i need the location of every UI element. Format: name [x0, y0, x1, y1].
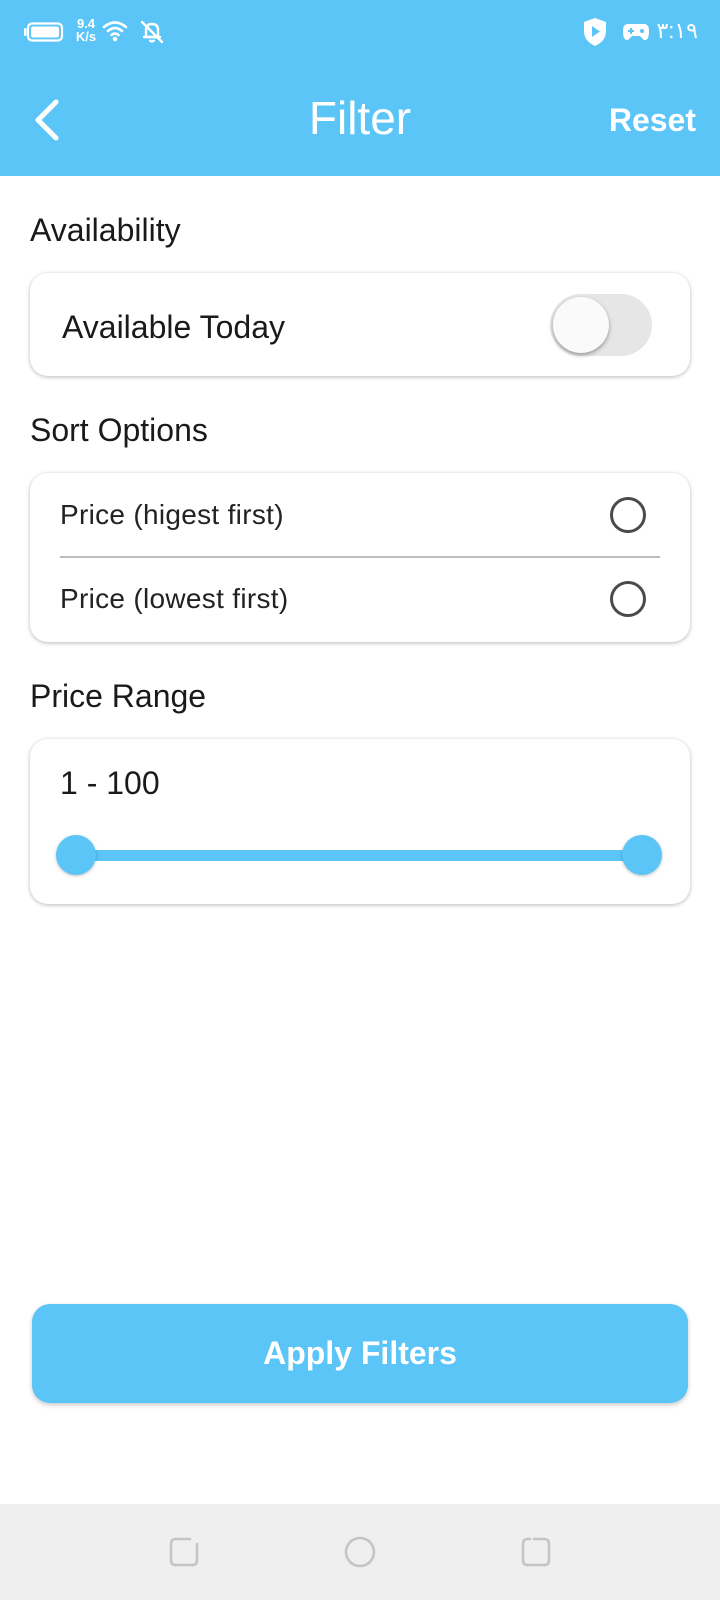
sort-option-highest-first[interactable]: Price (higest first): [30, 473, 690, 557]
bell-off-icon: [140, 20, 164, 44]
shield-icon: [584, 18, 606, 46]
status-bar: 9.4 K/s ۳:۱۹: [0, 0, 720, 64]
availability-card: Available Today: [30, 273, 690, 376]
sort-option-label: Price (higest first): [60, 499, 284, 530]
recent-apps-button[interactable]: [166, 1534, 202, 1570]
price-range-slider[interactable]: [56, 833, 662, 877]
home-button[interactable]: [342, 1534, 378, 1570]
navigation-bar: [0, 1504, 720, 1600]
price-range-value: 1 - 100: [60, 765, 160, 801]
back-icon: [521, 1537, 551, 1567]
battery-icon: [24, 22, 64, 42]
status-time: ۳:۱۹: [656, 18, 698, 43]
available-today-label: Available Today: [62, 309, 285, 345]
sort-option-lowest-first[interactable]: Price (lowest first): [30, 557, 690, 641]
availability-section-title: Availability: [30, 212, 181, 248]
sort-highest-radio[interactable]: [610, 497, 646, 533]
sort-options-section-title: Sort Options: [30, 412, 208, 448]
slider-track: [77, 850, 641, 861]
sort-option-label: Price (lowest first): [60, 583, 289, 614]
network-speed: 9.4 K/s: [72, 17, 100, 43]
gamepad-icon: [623, 24, 649, 41]
slider-max-handle[interactable]: [622, 835, 662, 875]
recent-apps-icon: [169, 1537, 199, 1567]
system-back-button[interactable]: [518, 1534, 554, 1570]
sort-options-card: Price (higest first) Price (lowest first…: [30, 473, 690, 642]
reset-button[interactable]: Reset: [609, 100, 696, 140]
available-today-toggle[interactable]: [550, 294, 652, 356]
home-icon: [344, 1536, 376, 1568]
network-speed-unit: K/s: [75, 29, 97, 44]
price-range-card: 1 - 100: [30, 739, 690, 904]
wifi-icon: [102, 21, 128, 42]
price-range-section-title: Price Range: [30, 678, 207, 714]
toggle-thumb: [553, 297, 609, 353]
slider-min-handle[interactable]: [56, 835, 96, 875]
app-bar: Filter Reset: [0, 64, 720, 176]
apply-filters-button[interactable]: Apply Filters: [32, 1304, 688, 1403]
sort-lowest-radio[interactable]: [610, 581, 646, 617]
